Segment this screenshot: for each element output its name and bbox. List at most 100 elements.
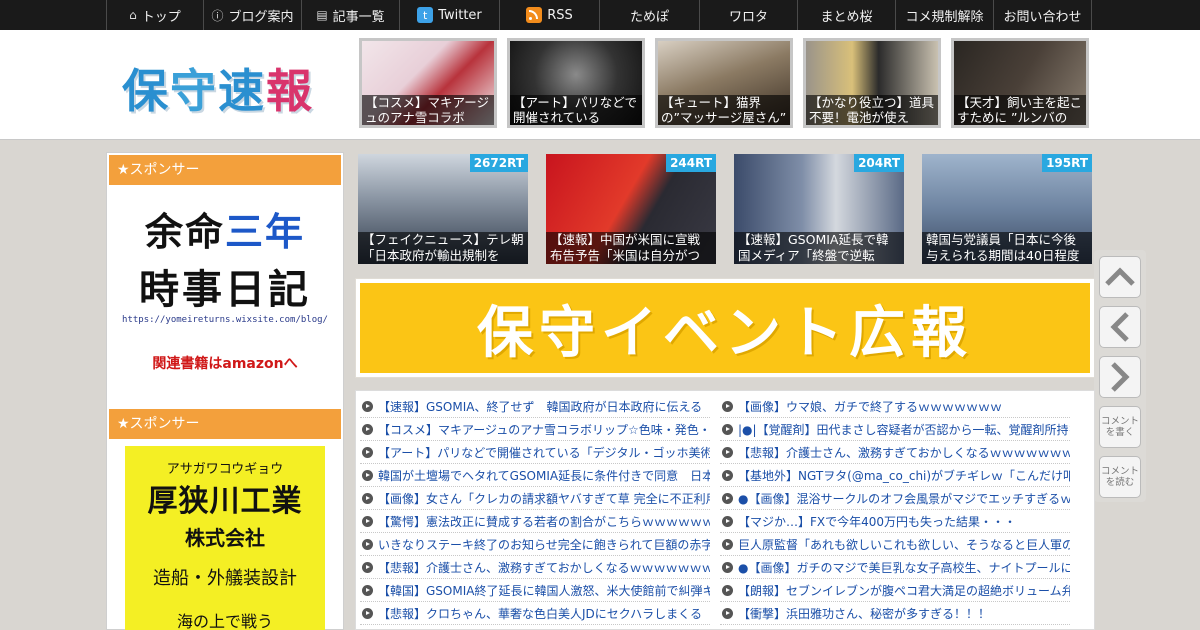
write-comment-button[interactable]: コメントを書く bbox=[1099, 406, 1141, 448]
retweet-count: 195RT bbox=[1042, 154, 1092, 172]
bullet-icon bbox=[722, 515, 733, 527]
nav-blog-guide[interactable]: ⓘ ブログ案内 bbox=[204, 0, 302, 30]
header-thumb-roomba[interactable]: 【天才】飼い主を起こすために ”ルンバの bbox=[951, 38, 1089, 128]
info-icon: ⓘ bbox=[211, 8, 224, 23]
nav-comment-unban[interactable]: コメ規制解除 bbox=[896, 0, 994, 30]
list-item[interactable]: 【コスメ】マキアージュのアナ雪コラボリップ☆色味・発色・ bbox=[360, 418, 710, 441]
list-item[interactable]: 【マジか…】FXで今年400万円も失った結果・・・ bbox=[720, 510, 1070, 533]
floating-controls: コメントを書く コメントを読む bbox=[1094, 250, 1146, 502]
nav-matome-sakura[interactable]: まとめ桜 bbox=[798, 0, 896, 30]
read-comment-label: コメントを読む bbox=[1100, 466, 1139, 488]
list-item[interactable]: |●|【覚醒剤】田代まさし容疑者が否認から一転、覚醒剤所持を bbox=[720, 418, 1070, 441]
sponsor-ad-yomei[interactable]: 余命三年 時事日記 https://yomeireturns.wixsite.c… bbox=[109, 187, 341, 387]
thumb-caption: 【コスメ】マキアージュのアナ雪コラボ bbox=[362, 95, 494, 125]
event-banner-text: 保守イベント広報 bbox=[360, 283, 1090, 373]
list-item[interactable]: 【衝撃】浜田雅功さん、秘密が多すぎる！！！ bbox=[720, 602, 1070, 625]
nav-top[interactable]: ⌂ トップ bbox=[106, 0, 204, 30]
bullet-icon bbox=[362, 469, 373, 481]
thumb-caption: 【キュート】猫界の”マッサージ屋さん” bbox=[658, 95, 790, 125]
home-icon: ⌂ bbox=[129, 8, 137, 22]
ranking-caption: 【速報】GSOMIA延長で韓国メディア「終盤で逆転 bbox=[734, 232, 904, 264]
retweet-count: 204RT bbox=[854, 154, 904, 172]
header-thumb-tool[interactable]: 【かなり役立つ】道具不要！電池が使え bbox=[803, 38, 941, 128]
bullet-icon bbox=[722, 469, 733, 481]
list-item[interactable]: ●【画像】ガチのマジで美巨乳な女子高校生、ナイトプールに行 bbox=[720, 556, 1070, 579]
bullet-icon bbox=[722, 400, 733, 412]
bullet-icon bbox=[362, 584, 373, 596]
list-item[interactable]: 【悲報】介護士さん、激務すぎておかしくなるｗｗｗｗｗｗｗ bbox=[720, 441, 1070, 464]
nav-article-list[interactable]: ▤ 記事一覧 bbox=[302, 0, 400, 30]
ad-company-tagline: 海の上で戦う bbox=[176, 612, 273, 630]
nav-tamepo[interactable]: ためぽ bbox=[600, 0, 700, 30]
bullet-icon bbox=[362, 561, 373, 573]
list-item[interactable]: 【驚愕】憲法改正に賛成する若者の割合がこちらｗｗｗｗｗｗ bbox=[360, 510, 710, 533]
sponsor-heading: ★スポンサー bbox=[109, 409, 341, 439]
bullet-icon bbox=[722, 423, 733, 435]
header-thumb-cat[interactable]: 【キュート】猫界の”マッサージ屋さん” bbox=[655, 38, 793, 128]
list-item[interactable]: いきなりステーキ終了のお知らせ完全に飽きられて巨額の赤字 bbox=[360, 533, 710, 556]
rss-icon bbox=[526, 7, 543, 23]
link-column-right: 【画像】ウマ娘、ガチで終了するｗｗｗｗｗｗｗ |●|【覚醒剤】田代まさし容疑者が… bbox=[720, 395, 1070, 625]
list-item[interactable]: 【悲報】クロちゃん、華奢な色白美人JDにセクハラしまくる bbox=[360, 602, 710, 625]
list-item[interactable]: 巨人原監督「あれも欲しいこれも欲しい、そうなると巨人軍の bbox=[720, 533, 1070, 556]
event-banner[interactable]: 保守イベント広報 bbox=[355, 278, 1095, 378]
list-item[interactable]: 【画像】ウマ娘、ガチで終了するｗｗｗｗｗｗｗ bbox=[720, 395, 1070, 418]
ranking-item[interactable]: 204RT 【速報】GSOMIA延長で韓国メディア「終盤で逆転 bbox=[734, 154, 904, 264]
list-item[interactable]: 【アート】パリなどで開催されている「デジタル・ゴッホ美術 bbox=[360, 441, 710, 464]
bullet-icon bbox=[362, 515, 373, 527]
bullet-icon bbox=[722, 538, 733, 550]
thumb-caption: 【かなり役立つ】道具不要！電池が使え bbox=[806, 95, 938, 125]
retweet-count: 244RT bbox=[666, 154, 716, 172]
top-nav-items: ⌂ トップ ⓘ ブログ案内 ▤ 記事一覧 t Twitter RSS ためぽ ワ… bbox=[106, 0, 1092, 30]
list-item[interactable]: ●【画像】混浴サークルのオフ会風景がマジでエッチすぎるｗｗ bbox=[720, 487, 1070, 510]
left-sidebar: ★スポンサー 余命三年 時事日記 https://yomeireturns.wi… bbox=[106, 152, 344, 630]
ad-company-name: 厚狭川工業 bbox=[147, 484, 303, 519]
bullet-icon bbox=[722, 561, 733, 573]
nav-contact[interactable]: お問い合わせ bbox=[994, 0, 1092, 30]
thumb-caption: 【天才】飼い主を起こすために ”ルンバの bbox=[954, 95, 1086, 125]
retweet-count: 2672RT bbox=[469, 154, 528, 172]
nav-rss[interactable]: RSS bbox=[500, 0, 600, 30]
list-item[interactable]: 【朗報】セブンイレブンが腹ペコ君大満足の超絶ボリューム弁 bbox=[720, 579, 1070, 602]
ad-title-line2: 時事日記 bbox=[139, 267, 311, 313]
read-comment-button[interactable]: コメントを読む bbox=[1099, 456, 1141, 498]
ad-company-kana: アサガワコウギョウ bbox=[166, 462, 284, 477]
bullet-icon bbox=[362, 538, 373, 550]
bullet-icon bbox=[362, 400, 373, 412]
ad-amazon-link[interactable]: 関連書籍はamazonへ bbox=[109, 353, 341, 373]
ad-company-corp: 株式会社 bbox=[185, 526, 265, 550]
ranking-caption: 【フェイクニュース】テレ朝「日本政府が輸出規制を bbox=[358, 232, 528, 264]
article-link-list: 【速報】GSOMIA、終了せず 韓国政府が日本政府に伝える 【コスメ】マキアージ… bbox=[355, 390, 1095, 630]
site-logo[interactable]: 保守速報 bbox=[122, 55, 314, 121]
ad-url: https://yomeireturns.wixsite.com/blog/ bbox=[122, 315, 328, 325]
site-header: 保守速報 【コスメ】マキアージュのアナ雪コラボ 【アート】パリなどで開催されてい… bbox=[0, 30, 1200, 140]
bullet-icon bbox=[362, 423, 373, 435]
ranking-caption: 【速報】中国が米国に宣戦布告予告「米国は自分がつ bbox=[546, 232, 716, 264]
top-nav-bar: ⌂ トップ ⓘ ブログ案内 ▤ 記事一覧 t Twitter RSS ためぽ ワ… bbox=[0, 0, 1200, 30]
nav-warota[interactable]: ワロタ bbox=[700, 0, 798, 30]
write-comment-label: コメントを書く bbox=[1100, 416, 1139, 438]
next-button[interactable] bbox=[1099, 356, 1141, 398]
list-item[interactable]: 【韓国】GSOMIA終了延長に韓国人激怒、米大使館前で糾弾キ bbox=[360, 579, 710, 602]
previous-button[interactable] bbox=[1099, 306, 1141, 348]
list-item[interactable]: 【悲報】介護士さん、激務すぎておかしくなるｗｗｗｗｗｗｗ bbox=[360, 556, 710, 579]
list-item[interactable]: 韓国が土壇場でヘタれてGSOMIA延長に条件付きで同意 日本 bbox=[360, 464, 710, 487]
list-item[interactable]: 【基地外】NGTヲタ(@ma_co_chi)がブチギレｗ「こんだけ叩か bbox=[720, 464, 1070, 487]
chevron-right-icon bbox=[1111, 362, 1130, 392]
list-item[interactable]: 【画像】女さん「クレカの請求額ヤバすぎて草 完全に不正利用 bbox=[360, 487, 710, 510]
ranking-item[interactable]: 244RT 【速報】中国が米国に宣戦布告予告「米国は自分がつ bbox=[546, 154, 716, 264]
chevron-up-icon bbox=[1105, 267, 1135, 286]
twitter-icon: t bbox=[417, 7, 434, 23]
ranking-caption: 韓国与党議員「日本に今後与えられる期間は40日程度 bbox=[922, 232, 1092, 264]
scroll-top-button[interactable] bbox=[1099, 256, 1141, 298]
header-thumb-cosme[interactable]: 【コスメ】マキアージュのアナ雪コラボ bbox=[359, 38, 497, 128]
thumb-caption: 【アート】パリなどで開催されている bbox=[510, 95, 642, 125]
ranking-item[interactable]: 2672RT 【フェイクニュース】テレ朝「日本政府が輸出規制を bbox=[358, 154, 528, 264]
list-item[interactable]: 【速報】GSOMIA、終了せず 韓国政府が日本政府に伝える bbox=[360, 395, 710, 418]
ranking-item[interactable]: 195RT 韓国与党議員「日本に今後与えられる期間は40日程度 bbox=[922, 154, 1092, 264]
bullet-icon bbox=[722, 584, 733, 596]
header-thumb-art[interactable]: 【アート】パリなどで開催されている bbox=[507, 38, 645, 128]
nav-twitter[interactable]: t Twitter bbox=[400, 0, 500, 30]
sponsor-heading: ★スポンサー bbox=[109, 155, 341, 185]
sponsor-ad-asagawa[interactable]: アサガワコウギョウ 厚狭川工業 株式会社 造船・外艤装設計 海の上で戦う bbox=[125, 446, 325, 630]
